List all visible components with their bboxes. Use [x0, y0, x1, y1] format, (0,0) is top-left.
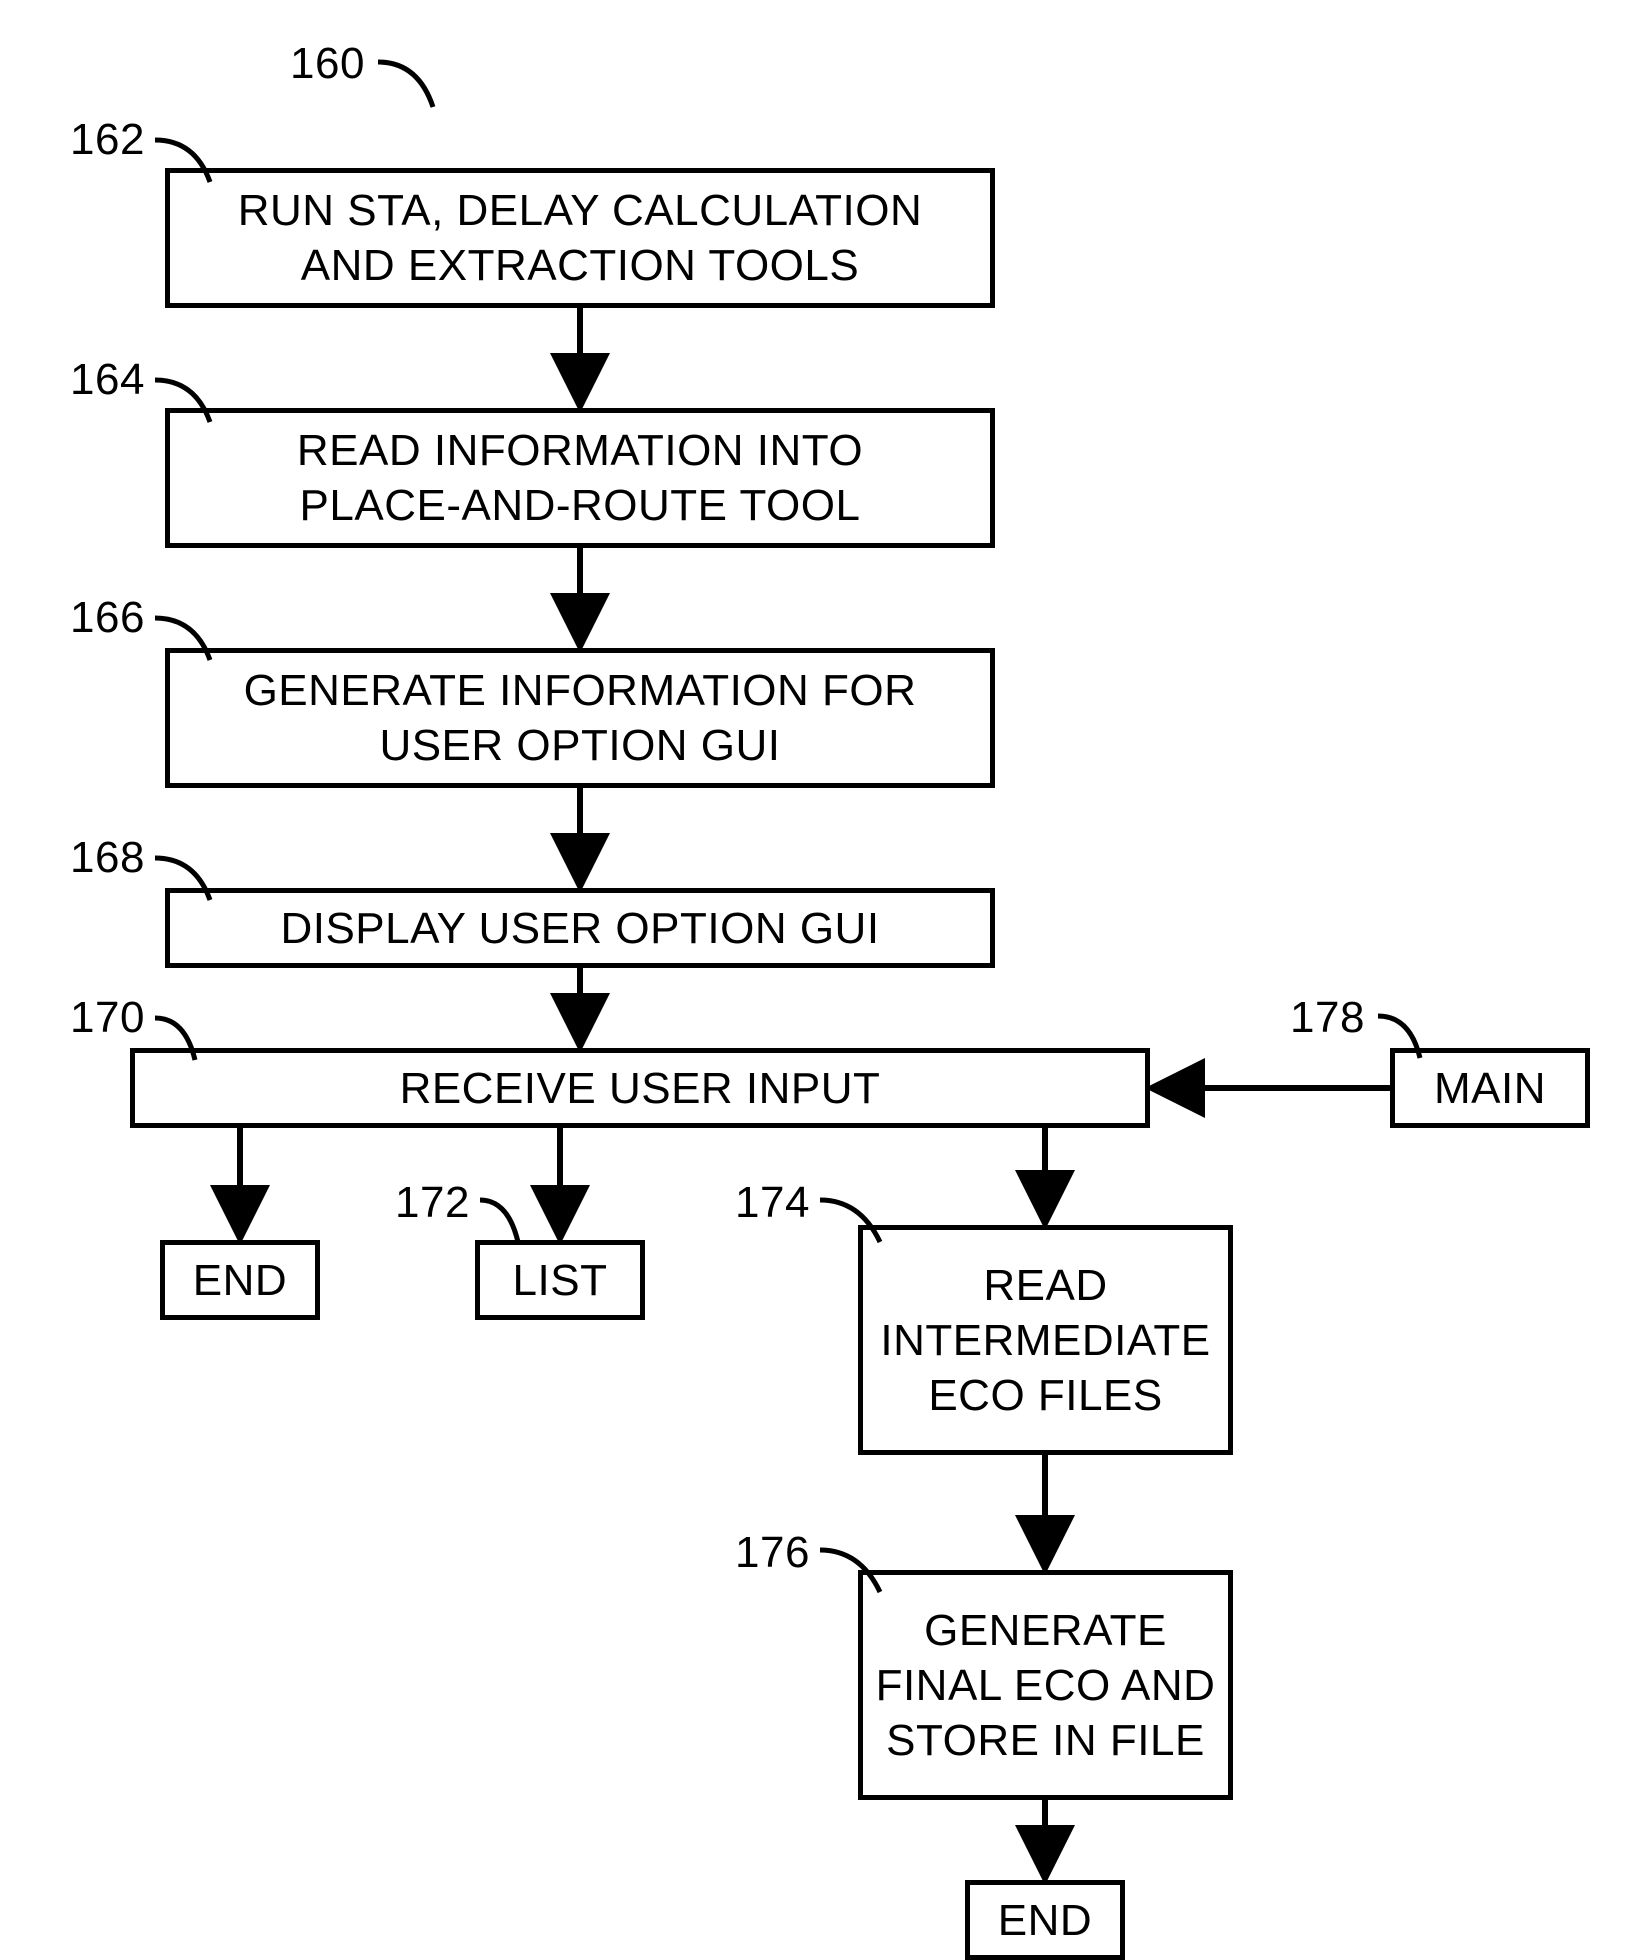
ref-172-label: 172	[395, 1175, 470, 1230]
ref-178-label: 178	[1290, 990, 1365, 1045]
figure-number-label: 160	[290, 36, 365, 91]
ref-170-label: 170	[70, 990, 145, 1045]
box-162: RUN STA, DELAY CALCULATION AND EXTRACTIO…	[165, 168, 995, 308]
ref-162-label: 162	[70, 112, 145, 167]
ref-168-label: 168	[70, 830, 145, 885]
box-end-bottom: END	[965, 1880, 1125, 1960]
box-168: DISPLAY USER OPTION GUI	[165, 888, 995, 968]
ref-174-label: 174	[735, 1175, 810, 1230]
box-176: GENERATE FINAL ECO AND STORE IN FILE	[858, 1570, 1233, 1800]
ref-166-label: 166	[70, 590, 145, 645]
box-174: READ INTERMEDIATE ECO FILES	[858, 1225, 1233, 1455]
flowchart-canvas: 160 162 164 166 168 170 172 174 176 178 …	[0, 0, 1649, 1940]
box-172: LIST	[475, 1240, 645, 1320]
ref-164-label: 164	[70, 352, 145, 407]
box-166: GENERATE INFORMATION FOR USER OPTION GUI	[165, 648, 995, 788]
box-end-left: END	[160, 1240, 320, 1320]
ref-176-label: 176	[735, 1525, 810, 1580]
box-170: RECEIVE USER INPUT	[130, 1048, 1150, 1128]
box-164: READ INFORMATION INTO PLACE-AND-ROUTE TO…	[165, 408, 995, 548]
box-178: MAIN	[1390, 1048, 1590, 1128]
